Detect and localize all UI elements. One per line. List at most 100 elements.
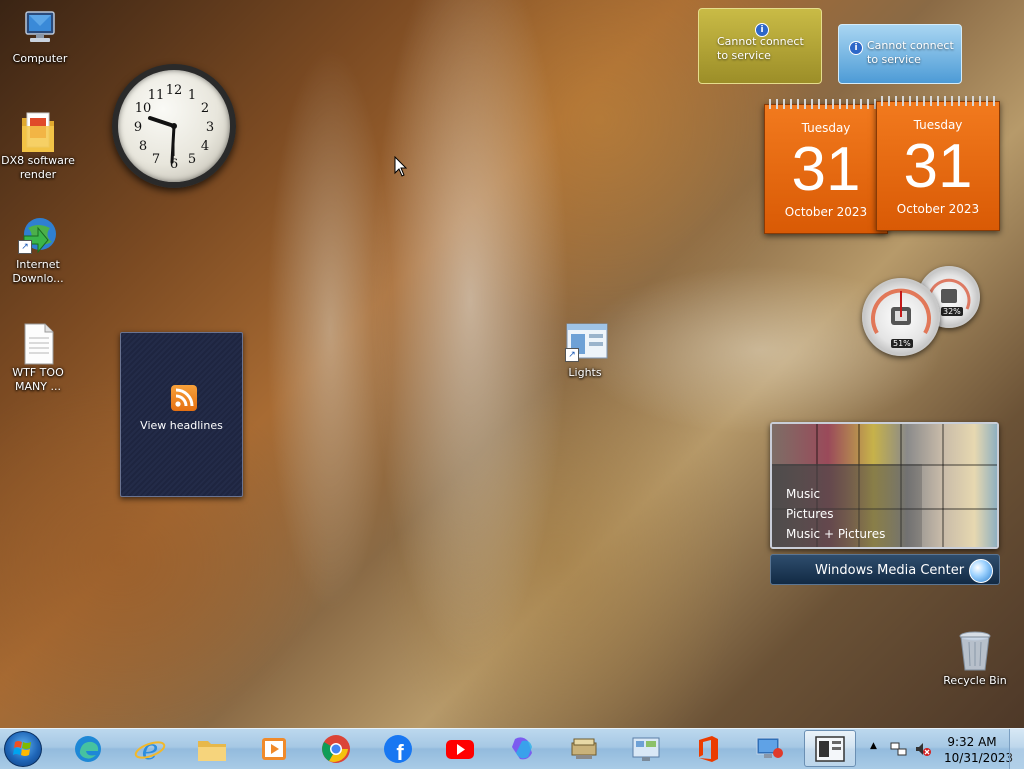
taskbar: e f ▲ 9:32 AM 10/31/2023 (0, 728, 1024, 769)
remote-desktop-icon (756, 737, 783, 758)
service-error-text: Cannot connect to service (717, 35, 804, 62)
copilot-icon (512, 737, 532, 760)
taskbar-app-internet-explorer[interactable]: e (134, 733, 166, 766)
cpu-meter-gadget[interactable]: 32% 51% (862, 264, 986, 356)
desktop-icon-lights[interactable]: ↗ Lights (547, 322, 623, 380)
info-icon: i (755, 23, 769, 37)
desktop-icon-internet-download[interactable]: ↗ Internet Downlo... (0, 214, 76, 286)
folder-icon (198, 741, 226, 761)
service-error-text: Cannot connect to service (867, 39, 954, 66)
shortcut-arrow-icon: ↗ (565, 348, 579, 362)
tray-time: 9:32 AM (947, 735, 997, 749)
desktop-icon-recycle-bin[interactable]: Recycle Bin (937, 630, 1013, 688)
calendar-weekday: Tuesday (801, 121, 851, 135)
system-clock[interactable]: 9:32 AM 10/31/2023 (944, 734, 1014, 766)
desktop-icon-computer[interactable]: Computer (2, 8, 78, 66)
computer-icon (20, 8, 60, 48)
media-center-brand: Windows Media Center (815, 563, 965, 578)
media-menu-music[interactable]: Music (786, 484, 885, 504)
rss-icon (171, 385, 197, 411)
chrome-icon (322, 735, 350, 763)
desktop-icon-label: Recycle Bin (943, 674, 1007, 687)
desktop-icon-label: DX8 software render (1, 154, 75, 181)
calendar-gadget[interactable]: Tuesday 31 October 2023 (876, 96, 1000, 231)
svg-text:e: e (142, 733, 159, 765)
memory-percent: 32% (941, 307, 963, 316)
clock-numeral: 1 (188, 88, 196, 103)
clock-numeral: 11 (148, 88, 165, 103)
office-icon (699, 736, 718, 762)
taskbar-app-copilot[interactable] (506, 733, 538, 765)
media-center-gadget[interactable]: Music Pictures Music + Pictures (770, 422, 999, 549)
calendar-day-number: 31 (791, 135, 861, 204)
clock-gadget[interactable]: 12 1 2 3 4 5 6 7 8 9 10 11 (112, 64, 236, 188)
taskbar-app-remote-desktop[interactable] (754, 733, 786, 765)
desktop-icon-label: Computer (12, 52, 68, 65)
desktop-icon-label: Lights (568, 366, 602, 379)
media-menu-music-pictures[interactable]: Music + Pictures (786, 524, 885, 544)
cpu-meter: 51% (862, 278, 940, 356)
desktop-icon-label: Internet Downlo... (12, 258, 64, 285)
folder-icon (18, 110, 58, 152)
calendar-day-number: 31 (903, 132, 973, 201)
tray-date: 10/31/2023 (944, 751, 1014, 765)
calendar-rings (769, 99, 883, 109)
currency-gadget[interactable]: i Cannot connect to service (698, 8, 822, 84)
youtube-icon (446, 740, 474, 759)
taskbar-app-lights[interactable] (804, 730, 856, 767)
system-tray: ▲ (870, 741, 940, 759)
show-hidden-icons-icon[interactable]: ▲ (870, 741, 877, 751)
cpu-percent: 51% (891, 339, 913, 348)
clock-numeral: 9 (134, 120, 142, 135)
clock-numeral: 12 (166, 83, 183, 98)
taskbar-app-facebook[interactable]: f (382, 733, 414, 765)
headlines-gadget[interactable]: View headlines (120, 332, 243, 497)
media-menu-pictures[interactable]: Pictures (786, 504, 885, 524)
mouse-cursor-icon (394, 156, 408, 177)
desktop-icon-text-file[interactable]: WTF TOO MANY ... (0, 322, 76, 394)
taskbar-app-office[interactable] (692, 733, 724, 765)
clock-numeral: 5 (188, 152, 196, 167)
calendar-weekday: Tuesday (913, 118, 963, 132)
weather-gadget[interactable]: i Cannot connect to service (838, 24, 962, 84)
desktop-icon-label: WTF TOO MANY ... (12, 366, 64, 393)
calendar-month-year: October 2023 (784, 205, 868, 219)
clock-numeral: 4 (201, 139, 209, 154)
taskbar-app-media-player[interactable] (258, 733, 290, 765)
clock-numeral: 2 (201, 101, 209, 116)
clock-hour-hand (148, 116, 176, 128)
media-menu: Music Pictures Music + Pictures (786, 484, 885, 544)
calendar-month-year: October 2023 (896, 202, 980, 216)
taskbar-app-program-manager[interactable] (568, 733, 600, 765)
taskbar-app-chrome[interactable] (320, 733, 352, 765)
program-manager-icon (571, 738, 597, 759)
view-headlines-link[interactable]: View headlines (121, 419, 242, 432)
facebook-icon: f (384, 735, 412, 765)
taskbar-app-edge[interactable] (72, 733, 104, 765)
svg-text:f: f (396, 740, 404, 765)
clock-numeral: 7 (152, 152, 160, 167)
windows-flag-icon (13, 741, 31, 756)
recycle-bin-icon (955, 630, 995, 671)
clock-numeral: 10 (135, 101, 152, 116)
media-center-bar[interactable]: Windows Media Center (770, 554, 1000, 585)
shortcut-arrow-icon: ↗ (18, 240, 32, 254)
calendar-gadget[interactable]: Tuesday 31 October 2023 (764, 99, 888, 234)
taskbar-app-control-panel[interactable] (630, 733, 662, 765)
show-desktop-button[interactable] (1009, 729, 1024, 769)
window-shortcut-icon: ↗ (565, 322, 608, 362)
desktop-icon-dx8[interactable]: DX8 software render (0, 110, 76, 182)
media-player-icon (262, 738, 286, 760)
taskbar-app-file-explorer[interactable] (196, 733, 228, 765)
clock-numeral: 3 (206, 120, 214, 135)
control-panel-icon (632, 737, 660, 761)
globe-download-icon: ↗ (18, 214, 58, 254)
windows-logo-icon (969, 559, 993, 583)
taskbar-app-youtube[interactable] (444, 733, 476, 765)
network-icon[interactable] (890, 741, 908, 757)
text-file-icon (18, 322, 58, 365)
calendar-rings (881, 96, 995, 106)
volume-muted-icon[interactable] (914, 741, 932, 757)
info-icon: i (849, 41, 863, 55)
start-button[interactable] (4, 731, 42, 767)
